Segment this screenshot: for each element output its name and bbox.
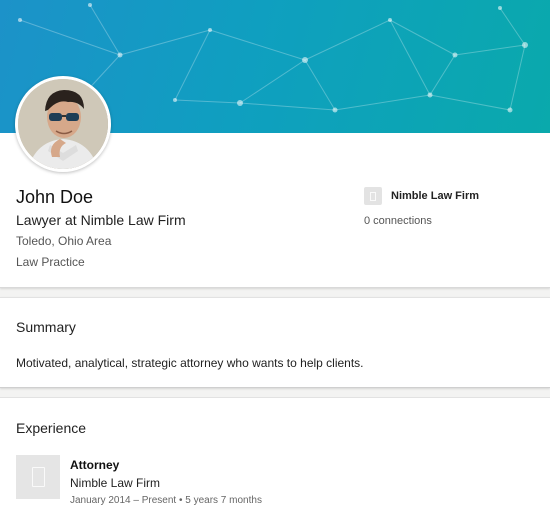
building-icon[interactable] — [16, 455, 60, 499]
job-dates: January 2014 – Present • 5 years 7 month… — [70, 495, 262, 506]
experience-section: Experience Attorney Nimble Law Firm Janu… — [0, 397, 550, 523]
profile-location: Toledo, Ohio Area — [16, 234, 112, 248]
profile-industry: Law Practice — [16, 255, 85, 269]
person-photo-graphic — [18, 79, 108, 169]
profile-card: John Doe Lawyer at Nimble Law Firm Toled… — [0, 0, 550, 288]
avatar-photo — [18, 79, 108, 169]
experience-heading: Experience — [16, 420, 87, 436]
connections-count[interactable]: 0 connections — [364, 215, 432, 227]
job-title: Attorney — [70, 458, 120, 472]
summary-section: Summary Motivated, analytical, strategic… — [0, 297, 550, 388]
profile-name: John Doe — [16, 187, 94, 207]
profile-headline: Lawyer at Nimble Law Firm — [16, 212, 186, 228]
summary-heading: Summary — [16, 319, 76, 335]
summary-text: Motivated, analytical, strategic attorne… — [16, 356, 364, 370]
profile-avatar[interactable] — [15, 76, 111, 172]
current-company-link[interactable]: Nimble Law Firm — [364, 187, 479, 205]
current-company-name: Nimble Law Firm — [391, 190, 480, 202]
building-icon — [364, 187, 382, 205]
job-company[interactable]: Nimble Law Firm — [70, 476, 160, 490]
